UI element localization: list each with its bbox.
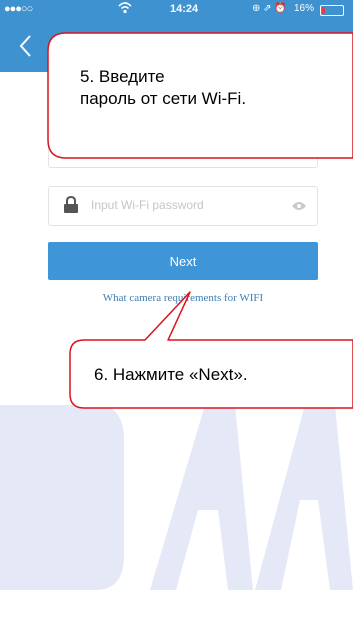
- callout-step5-text: 5. Введите пароль от сети Wi-Fi.: [80, 66, 246, 110]
- callout-step5-line2: пароль от сети Wi-Fi.: [80, 89, 247, 108]
- callout-step5-line1: 5. Введите: [80, 67, 165, 86]
- callout-step6-text: 6. Нажмите «Next».: [94, 365, 248, 384]
- callout-step6-bubble: [69, 291, 353, 409]
- callout-step5-bubble: [47, 32, 353, 159]
